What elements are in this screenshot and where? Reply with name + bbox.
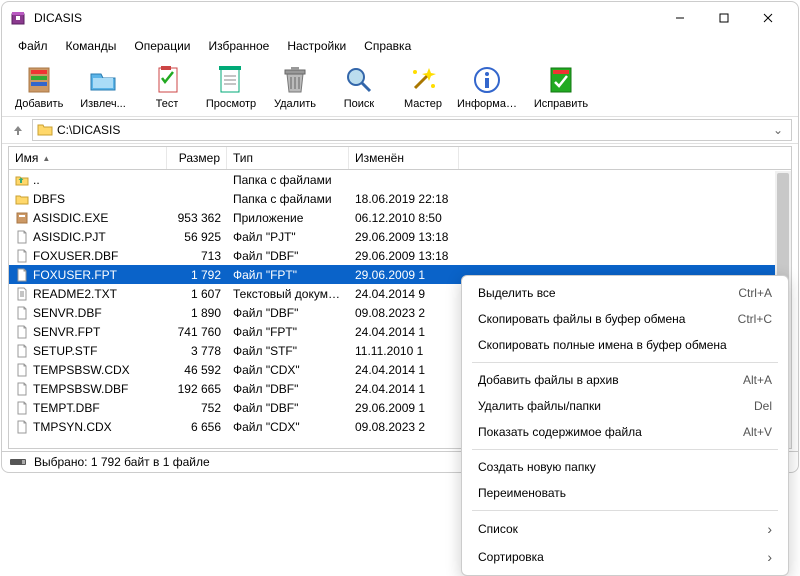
menubar: ФайлКомандыОперацииИзбранноеНастройкиСпр… [2, 34, 798, 58]
context-menu-item[interactable]: Переименовать [462, 480, 788, 506]
titlebar: DICASIS [2, 2, 798, 34]
file-icon [15, 382, 29, 396]
table-row[interactable]: ASISDIC.EXE953 362Приложение06.12.2010 8… [9, 208, 791, 227]
file-icon [15, 344, 29, 358]
delete-icon [279, 64, 311, 96]
maximize-button[interactable] [702, 3, 746, 33]
path-text: C:\DICASIS [57, 123, 765, 137]
add-icon [23, 64, 55, 96]
toolbar-info-button[interactable]: Информация [456, 62, 518, 112]
column-modified[interactable]: Изменён [349, 147, 459, 169]
toolbar: ДобавитьИзвлеч...ТестПросмотрУдалитьПоис… [2, 58, 798, 117]
menu-separator [472, 449, 778, 450]
toolbar-test-button[interactable]: Тест [136, 62, 198, 112]
path-bar: C:\DICASIS ⌄ [2, 117, 798, 144]
file-icon [15, 268, 29, 282]
path-dropdown[interactable]: ⌄ [769, 123, 787, 137]
column-type[interactable]: Тип [227, 147, 349, 169]
up-button[interactable] [8, 120, 28, 140]
menu-файл[interactable]: Файл [10, 36, 56, 56]
wizard-icon [407, 64, 439, 96]
context-menu-item[interactable]: Скопировать полные имена в буфер обмена [462, 332, 788, 358]
search-icon [343, 64, 375, 96]
status-selection: Выбрано: 1 792 байт в 1 файле [34, 455, 210, 469]
toolbar-repair-button[interactable]: Исправить [530, 62, 592, 112]
repair-icon [545, 64, 577, 96]
toolbar-add-button[interactable]: Добавить [8, 62, 70, 112]
file-icon [15, 325, 29, 339]
file-icon [15, 420, 29, 434]
table-row[interactable]: DBFSПапка с файлами18.06.2019 22:18 [9, 189, 791, 208]
column-name[interactable]: Имя ▲ [9, 147, 167, 169]
context-menu-item[interactable]: Удалить файлы/папкиDel [462, 393, 788, 419]
toolbar-view-button[interactable]: Просмотр [200, 62, 262, 112]
table-row[interactable]: ..Папка с файлами [9, 170, 791, 189]
path-input[interactable]: C:\DICASIS ⌄ [32, 119, 792, 141]
list-header: Имя ▲ Размер Тип Изменён [9, 147, 791, 170]
disk-icon [10, 457, 28, 467]
folder-icon [37, 122, 53, 138]
file-icon [15, 306, 29, 320]
menu-separator [472, 362, 778, 363]
toolbar-extract-button[interactable]: Извлеч... [72, 62, 134, 112]
context-menu-item[interactable]: Скопировать файлы в буфер обменаCtrl+C [462, 306, 788, 332]
sort-asc-icon: ▲ [42, 154, 50, 163]
context-menu-item[interactable]: Показать содержимое файлаAlt+V [462, 419, 788, 445]
context-menu-item[interactable]: Список [462, 515, 788, 543]
view-icon [215, 64, 247, 96]
context-menu-item[interactable]: Добавить файлы в архивAlt+A [462, 367, 788, 393]
menu-избранное[interactable]: Избранное [201, 36, 278, 56]
context-menu-item[interactable]: Сортировка [462, 543, 788, 571]
context-menu-item[interactable]: Выделить всеCtrl+A [462, 280, 788, 306]
file-icon [15, 211, 29, 225]
table-row[interactable]: ASISDIC.PJT56 925Файл "PJT"29.06.2009 13… [9, 227, 791, 246]
info-icon [471, 64, 503, 96]
context-menu-item[interactable]: Создать новую папку [462, 454, 788, 480]
window-title: DICASIS [34, 11, 658, 25]
menu-настройки[interactable]: Настройки [279, 36, 354, 56]
context-menu: Выделить всеCtrl+AСкопировать файлы в бу… [461, 275, 789, 576]
file-icon [15, 173, 29, 187]
toolbar-delete-button[interactable]: Удалить [264, 62, 326, 112]
menu-операции[interactable]: Операции [126, 36, 198, 56]
file-icon [15, 401, 29, 415]
close-button[interactable] [746, 3, 790, 33]
app-icon [10, 10, 26, 26]
file-icon [15, 287, 29, 301]
menu-справка[interactable]: Справка [356, 36, 419, 56]
test-icon [151, 64, 183, 96]
minimize-button[interactable] [658, 3, 702, 33]
file-icon [15, 192, 29, 206]
file-icon [15, 230, 29, 244]
extract-icon [87, 64, 119, 96]
table-row[interactable]: FOXUSER.DBF713Файл "DBF"29.06.2009 13:18 [9, 246, 791, 265]
file-icon [15, 249, 29, 263]
toolbar-wizard-button[interactable]: Мастер [392, 62, 454, 112]
menu-команды[interactable]: Команды [58, 36, 125, 56]
file-icon [15, 363, 29, 377]
menu-separator [472, 510, 778, 511]
toolbar-search-button[interactable]: Поиск [328, 62, 390, 112]
column-size[interactable]: Размер [167, 147, 227, 169]
